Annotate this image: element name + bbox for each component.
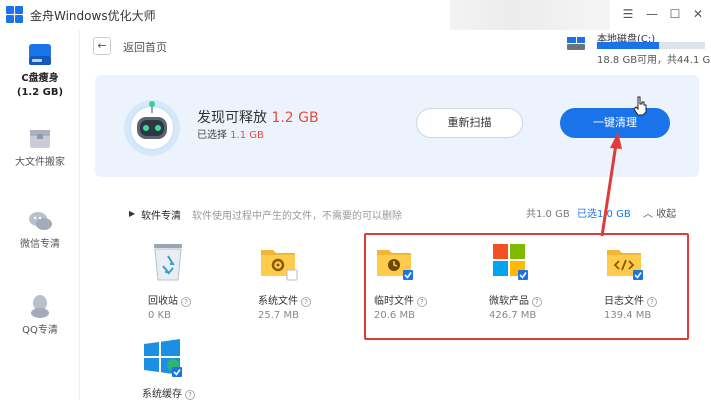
sidebar-item-label: QQ专清 bbox=[22, 325, 58, 336]
sidebar-item-qq[interactable]: QQ专清 bbox=[0, 292, 80, 338]
found-summary: 发现可释放 1.2 GB bbox=[197, 107, 319, 127]
collapse-button[interactable]: ︿ 收起 bbox=[643, 205, 676, 220]
help-icon[interactable]: ? bbox=[181, 297, 191, 307]
section-total: 共1.0 GB bbox=[526, 209, 570, 220]
item-size: 25.7 MB bbox=[258, 310, 299, 321]
clean-item-recycle-bin[interactable]: 回收站? 0 KB bbox=[148, 242, 248, 326]
sidebar-item-label: 微信专清 bbox=[20, 239, 60, 250]
drive-icon bbox=[29, 44, 51, 65]
disk-usage-fill bbox=[597, 42, 659, 49]
selected-summary: 已选择 1.1 GB bbox=[197, 126, 264, 141]
found-label: 发现可释放 bbox=[197, 110, 272, 126]
item-size: 0 KB bbox=[148, 310, 171, 321]
item-name: 回收站? bbox=[148, 292, 191, 307]
chevron-up-icon: ︿ bbox=[643, 209, 653, 220]
app-logo-icon bbox=[6, 6, 23, 23]
sidebar-item-label: C盘瘦身 bbox=[21, 73, 59, 84]
sidebar-item-wechat[interactable]: 微信专清 bbox=[0, 208, 80, 252]
box-icon bbox=[30, 130, 50, 148]
found-value: 1.2 GB bbox=[271, 110, 319, 126]
help-icon[interactable]: ? bbox=[301, 297, 311, 307]
wechat-icon bbox=[29, 212, 52, 230]
clean-item-system-files[interactable]: 系统文件? 25.7 MB bbox=[258, 242, 358, 326]
item-name: 系统缓存? bbox=[142, 385, 195, 400]
sidebar-item-c-drive-slim[interactable]: C盘瘦身 (1.2 GB) bbox=[0, 42, 80, 100]
disk-info: 18.8 GB可用，共44.1 GB bbox=[597, 55, 711, 66]
sidebar: C盘瘦身 (1.2 GB) 大文件搬家 微信专清 QQ专清 bbox=[0, 30, 80, 400]
windows-logo-icon bbox=[144, 339, 182, 377]
disk-icon bbox=[567, 37, 585, 50]
blurred-area bbox=[450, 0, 610, 30]
section-marker-icon: ▶ bbox=[129, 209, 136, 218]
minimize-button[interactable]: — bbox=[641, 4, 663, 24]
disk-usage-bar bbox=[597, 42, 705, 49]
sidebar-item-large-files[interactable]: 大文件搬家 bbox=[0, 126, 80, 170]
rescan-button[interactable]: 重新扫描 bbox=[416, 108, 523, 138]
mouse-pointer-icon bbox=[633, 96, 647, 116]
qq-icon bbox=[31, 295, 49, 318]
back-button[interactable]: ← bbox=[93, 37, 111, 55]
section-title: 软件专清 bbox=[141, 211, 181, 222]
section-description: 软件使用过程中产生的文件，不需要的可以删除 bbox=[192, 211, 402, 222]
selected-label: 已选择 bbox=[197, 130, 231, 141]
help-icon[interactable]: ? bbox=[185, 390, 195, 400]
highlight-annotation-box bbox=[364, 233, 689, 340]
back-home-link[interactable]: 返回首页 bbox=[123, 39, 167, 55]
item-name: 系统文件? bbox=[258, 292, 311, 307]
selected-value: 1.1 GB bbox=[230, 130, 264, 141]
menu-button[interactable]: ☰ bbox=[617, 4, 639, 24]
robot-mascot-icon bbox=[124, 100, 180, 156]
gear-folder-icon bbox=[261, 250, 298, 281]
sidebar-item-sub: (1.2 GB) bbox=[16, 87, 64, 98]
title-bar: 金舟Windows优化大师 ☰ — ☐ ✕ bbox=[0, 0, 711, 30]
clean-item-system-cache[interactable]: 系统缓存? bbox=[142, 338, 242, 400]
annotation-arrow-icon bbox=[600, 132, 622, 237]
collapse-label: 收起 bbox=[656, 209, 677, 220]
sidebar-item-label: 大文件搬家 bbox=[15, 157, 65, 168]
app-title: 金舟Windows优化大师 bbox=[30, 9, 156, 23]
close-button[interactable]: ✕ bbox=[687, 4, 709, 24]
recycle-bin-icon bbox=[154, 244, 182, 281]
maximize-button[interactable]: ☐ bbox=[664, 4, 686, 24]
